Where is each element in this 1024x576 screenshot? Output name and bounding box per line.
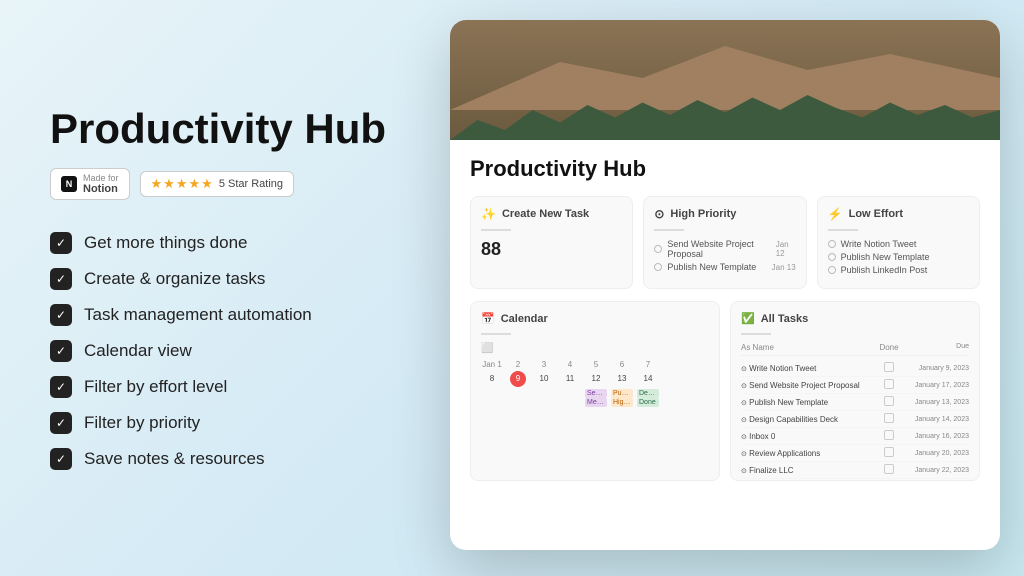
calendar-grid: Jan 1 2 3 4 5 6 7 8 9 10 11 xyxy=(481,360,709,407)
create-task-card: ✨ Create New Task 88 xyxy=(470,196,633,289)
checkbox-icon[interactable] xyxy=(884,396,894,406)
table-row: ⊙ Write Notion Tweet January 9, 2023 xyxy=(741,360,969,377)
tasks-icon: ✅ xyxy=(741,312,755,325)
divider xyxy=(741,333,771,335)
task-table: As Name Done Due ⊙ Write Notion Tweet Ja… xyxy=(741,343,969,479)
effort-icon: ⚡ xyxy=(828,207,843,221)
right-panel: Productivity Hub ✨ Create New Task 88 ⊙ xyxy=(440,0,1024,576)
task-item: Publish LinkedIn Post xyxy=(828,265,969,275)
item-dot xyxy=(828,253,836,261)
card-count: 88 xyxy=(481,239,622,260)
divider xyxy=(828,229,858,231)
cal-event-high: High Prio xyxy=(611,398,633,407)
calendar-nav: ⬜ xyxy=(481,343,709,354)
list-item: ✓ Create & organize tasks xyxy=(50,268,390,290)
rating-badge: ★★★★★ 5 Star Rating xyxy=(140,171,294,197)
low-effort-card: ⚡ Low Effort Write Notion Tweet Publish … xyxy=(817,196,980,289)
features-list: ✓ Get more things done ✓ Create & organi… xyxy=(50,232,390,470)
calendar-icon: 📅 xyxy=(481,312,495,325)
list-item: ✓ Save notes & resources xyxy=(50,448,390,470)
check-icon: ✓ xyxy=(50,448,72,470)
rating-label: 5 Star Rating xyxy=(219,178,283,190)
card-header: ⊙ High Priority xyxy=(654,207,795,221)
checkbox-icon[interactable] xyxy=(884,447,894,457)
notion-window: Productivity Hub ✨ Create New Task 88 ⊙ xyxy=(450,20,1000,550)
check-icon: ✓ xyxy=(50,268,72,290)
notion-icon: N xyxy=(61,176,77,192)
task-item: Write Notion Tweet xyxy=(828,239,969,249)
notion-content: Productivity Hub ✨ Create New Task 88 ⊙ xyxy=(450,140,1000,550)
divider xyxy=(654,229,684,231)
left-panel: Productivity Hub N Made for Notion ★★★★★… xyxy=(0,0,440,576)
cal-week-header: Jan 1 2 3 4 5 6 7 xyxy=(481,360,709,369)
cal-event-medium: Medium xyxy=(585,398,607,407)
checkbox-icon[interactable] xyxy=(884,413,894,423)
table-row: ⊙ Publish New Template January 13, 2023 xyxy=(741,394,969,411)
list-item: ✓ Filter by priority xyxy=(50,412,390,434)
table-row: ⊙ Finalize LLC January 22, 2023 xyxy=(741,462,969,479)
table-row: ⊙ Review Applications January 20, 2023 xyxy=(741,445,969,462)
stars: ★★★★★ xyxy=(151,176,214,192)
cal-event-publ: Publ... xyxy=(611,389,633,398)
priority-icon: ⊙ xyxy=(654,207,664,221)
card-header: ✨ Create New Task xyxy=(481,207,622,221)
cal-event-sen: Sen... xyxy=(585,389,607,398)
cal-event-des: Des... xyxy=(637,389,659,398)
calendar-header: 📅 Calendar xyxy=(481,312,709,325)
notion-page-title: Productivity Hub xyxy=(470,156,980,182)
checkbox-icon[interactable] xyxy=(884,362,894,372)
check-icon: ✓ xyxy=(50,412,72,434)
divider xyxy=(481,333,511,335)
item-dot xyxy=(828,240,836,248)
table-row: ⊙ Design Capabilities Deck January 14, 2… xyxy=(741,411,969,428)
item-dot xyxy=(654,245,662,253)
table-row: ⊙ Send Website Project Proposal January … xyxy=(741,377,969,394)
cal-events-row: Sen... Medium Publ... High Prio Des... D… xyxy=(481,389,709,407)
check-icon: ✓ xyxy=(50,232,72,254)
notion-bottom-grid: 📅 Calendar ⬜ Jan 1 2 3 4 5 xyxy=(470,301,980,481)
task-item: Publish New Template xyxy=(828,252,969,262)
task-table-header: As Name Done Due xyxy=(741,343,969,356)
list-item: ✓ Task management automation xyxy=(50,304,390,326)
cal-week2: 8 9 10 11 12 13 14 xyxy=(481,371,709,387)
banner-mountain xyxy=(450,30,1000,110)
item-dot xyxy=(654,263,662,271)
app-title: Productivity Hub xyxy=(50,106,390,152)
list-item: ✓ Calendar view xyxy=(50,340,390,362)
list-item: ✓ Get more things done xyxy=(50,232,390,254)
card-header: ⚡ Low Effort xyxy=(828,207,969,221)
check-icon: ✓ xyxy=(50,376,72,398)
badges-row: N Made for Notion ★★★★★ 5 Star Rating xyxy=(50,168,390,200)
task-item: Publish New Template Jan 13 xyxy=(654,262,795,272)
notion-badge: N Made for Notion xyxy=(50,168,130,200)
notion-banner xyxy=(450,20,1000,140)
cal-event-done: Done xyxy=(637,398,659,407)
list-item: ✓ Filter by effort level xyxy=(50,376,390,398)
check-icon: ✓ xyxy=(50,304,72,326)
checkbox-icon[interactable] xyxy=(884,379,894,389)
calendar-card: 📅 Calendar ⬜ Jan 1 2 3 4 5 xyxy=(470,301,720,481)
item-dot xyxy=(828,266,836,274)
task-item: Send Website Project Proposal Jan 12 xyxy=(654,239,795,259)
check-icon: ✓ xyxy=(50,340,72,362)
all-tasks-header: ✅ All Tasks xyxy=(741,312,969,325)
high-priority-card: ⊙ High Priority Send Website Project Pro… xyxy=(643,196,806,289)
notion-badge-text: Made for Notion xyxy=(83,173,119,195)
checkbox-icon[interactable] xyxy=(884,430,894,440)
table-row: ⊙ Inbox 0 January 16, 2023 xyxy=(741,428,969,445)
all-tasks-card: ✅ All Tasks As Name Done Due ⊙ Write Not… xyxy=(730,301,980,481)
divider xyxy=(481,229,511,231)
notion-top-grid: ✨ Create New Task 88 ⊙ High Priority xyxy=(470,196,980,289)
checkbox-icon[interactable] xyxy=(884,464,894,474)
create-icon: ✨ xyxy=(481,207,496,221)
